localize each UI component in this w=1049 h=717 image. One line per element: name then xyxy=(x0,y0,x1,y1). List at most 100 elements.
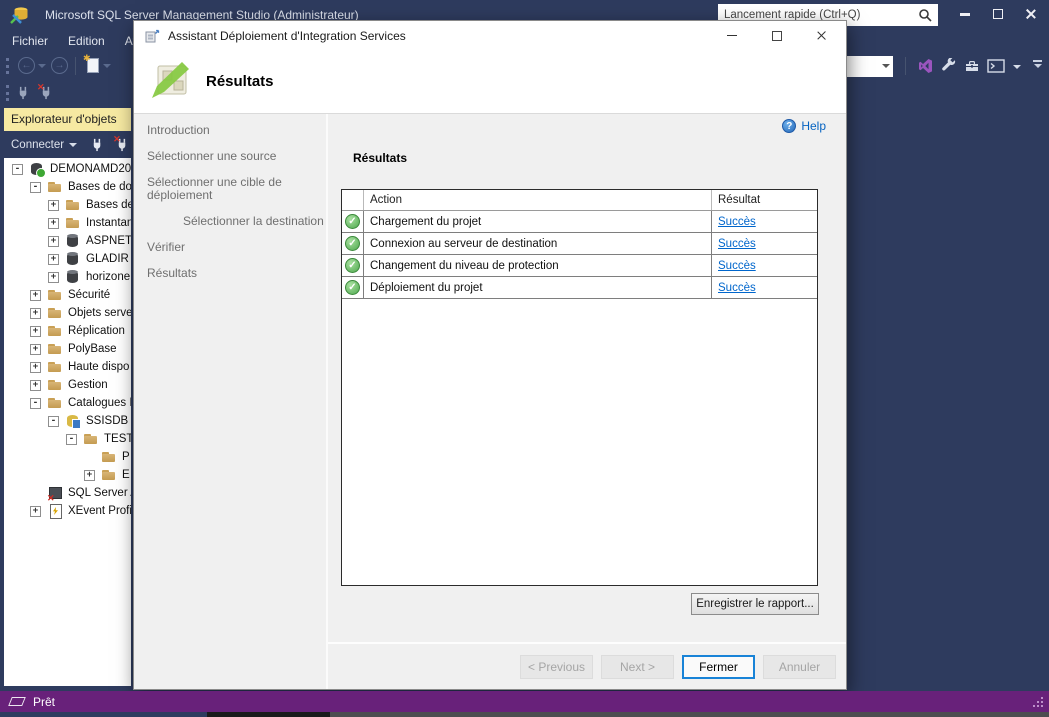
tree-item[interactable]: -TEST xyxy=(4,430,131,448)
object-explorer-tree: -DEMONAMD20 -Bases de do +Bases de +Inst… xyxy=(4,158,131,686)
tree-item-label: SQL Server A xyxy=(68,487,131,499)
menu-fichier[interactable]: Fichier xyxy=(2,30,58,52)
connect-button[interactable]: Connecter xyxy=(11,139,64,151)
collapse-icon[interactable]: - xyxy=(30,398,41,409)
tree-item[interactable]: +GLADIR xyxy=(4,250,131,268)
tree-item[interactable]: +Objets serve xyxy=(4,304,131,322)
tree-item[interactable]: +ASPNET_ xyxy=(4,232,131,250)
tree-item[interactable]: +Réplication xyxy=(4,322,131,340)
nav-step-introduction[interactable]: Introduction xyxy=(147,124,318,137)
overflow-icon[interactable] xyxy=(1033,60,1042,72)
cancel-button[interactable]: Annuler xyxy=(763,655,836,679)
expand-icon[interactable]: + xyxy=(30,380,41,391)
save-report-button[interactable]: Enregistrer le rapport... xyxy=(691,593,819,615)
nav-step-select-source[interactable]: Sélectionner une source xyxy=(147,150,318,163)
chevron-down-icon[interactable] xyxy=(1013,65,1021,73)
expand-icon[interactable]: + xyxy=(30,362,41,373)
vs-icon[interactable] xyxy=(918,58,934,74)
tree-item[interactable]: + Sécurité xyxy=(4,286,131,304)
ssisdb-icon xyxy=(65,413,81,429)
dialog-minimize-button[interactable] xyxy=(720,22,744,49)
nav-step-review[interactable]: Vérifier xyxy=(147,241,318,254)
expand-icon[interactable]: + xyxy=(30,290,41,301)
minimize-button[interactable] xyxy=(948,1,981,27)
connection-toolbar: ✕ xyxy=(0,79,54,106)
tree-item[interactable]: +Bases de xyxy=(4,196,131,214)
column-header-action[interactable]: Action xyxy=(364,190,711,210)
close-wizard-button[interactable]: Fermer xyxy=(682,655,755,679)
toolbar-grip[interactable] xyxy=(6,58,9,74)
tree-item-server[interactable]: -DEMONAMD20 xyxy=(4,160,131,178)
folder-icon xyxy=(65,197,81,213)
help-label: Help xyxy=(801,119,826,133)
menu-edition[interactable]: Edition xyxy=(58,30,115,52)
success-link[interactable]: Succès xyxy=(718,238,756,250)
expand-icon[interactable]: + xyxy=(48,200,59,211)
collapse-icon[interactable]: - xyxy=(30,182,41,193)
maximize-button[interactable] xyxy=(981,1,1014,27)
nav-step-select-target[interactable]: Sélectionner une cible de déploiement xyxy=(147,176,318,202)
folder-icon xyxy=(101,449,117,465)
action-cell: Déploiement du projet xyxy=(364,277,711,298)
expand-icon[interactable]: + xyxy=(48,236,59,247)
wrench-icon[interactable] xyxy=(941,58,957,74)
ssms-main-window: Microsoft SQL Server Management Studio (… xyxy=(0,0,1049,717)
disconnect-plug-icon[interactable]: ✕ xyxy=(39,85,54,100)
forward-icon[interactable]: → xyxy=(51,57,68,74)
table-row[interactable]: ✓ Chargement du projet Succès xyxy=(342,211,817,233)
tree-item-sql-agent[interactable]: SQL Server A xyxy=(4,484,131,502)
nav-step-results[interactable]: Résultats xyxy=(147,267,318,280)
toolbar-grip[interactable] xyxy=(6,85,9,101)
expand-icon[interactable]: + xyxy=(30,326,41,337)
console-icon[interactable] xyxy=(987,59,1005,73)
toolbox-icon[interactable] xyxy=(964,58,980,74)
nav-step-select-destination[interactable]: Sélectionner la destination xyxy=(183,215,318,228)
tree-item[interactable]: +E xyxy=(4,466,131,484)
connect-plug-icon[interactable] xyxy=(90,137,105,152)
expand-icon[interactable]: + xyxy=(48,218,59,229)
new-query-icon[interactable] xyxy=(87,58,99,73)
collapse-icon[interactable]: - xyxy=(12,164,23,175)
success-link[interactable]: Succès xyxy=(718,260,756,272)
connect-plug-icon[interactable] xyxy=(16,85,31,100)
tree-item[interactable]: +horizone xyxy=(4,268,131,286)
tree-item[interactable]: +Gestion xyxy=(4,376,131,394)
help-link[interactable]: ? Help xyxy=(782,119,826,133)
tree-item[interactable]: +PolyBase xyxy=(4,340,131,358)
expand-icon[interactable]: + xyxy=(30,308,41,319)
toolbar-combobox[interactable] xyxy=(845,56,893,77)
expand-icon[interactable]: + xyxy=(84,470,95,481)
tree-item-ssisdb[interactable]: -SSISDB xyxy=(4,412,131,430)
expand-icon[interactable]: + xyxy=(30,506,41,517)
expand-icon[interactable]: + xyxy=(30,344,41,355)
collapse-icon[interactable]: - xyxy=(66,434,77,445)
next-button[interactable]: Next > xyxy=(601,655,674,679)
tree-item[interactable]: P xyxy=(4,448,131,466)
table-row[interactable]: ✓ Connexion au serveur de destination Su… xyxy=(342,233,817,255)
collapse-icon[interactable]: - xyxy=(48,416,59,427)
back-icon[interactable]: ← xyxy=(18,57,35,74)
table-row[interactable]: ✓ Changement du niveau de protection Suc… xyxy=(342,255,817,277)
previous-button[interactable]: < Previous xyxy=(520,655,593,679)
dialog-close-button[interactable] xyxy=(810,22,834,49)
disconnect-plug-icon[interactable]: ✕ xyxy=(115,137,130,152)
chevron-down-icon[interactable] xyxy=(38,64,46,72)
close-button[interactable] xyxy=(1014,1,1047,27)
tree-item-xevent[interactable]: +XEvent Profi xyxy=(4,502,131,520)
object-explorer-header[interactable]: Explorateur d'objets xyxy=(4,108,131,131)
column-header-result[interactable]: Résultat xyxy=(711,190,817,210)
expand-icon[interactable]: + xyxy=(48,272,59,283)
tree-item-databases[interactable]: -Bases de do xyxy=(4,178,131,196)
chevron-down-icon[interactable] xyxy=(103,64,111,72)
tree-item[interactable]: +Haute dispo xyxy=(4,358,131,376)
dialog-maximize-button[interactable] xyxy=(765,22,789,49)
tree-item-label: Sécurité xyxy=(68,289,110,301)
tree-item-catalogs[interactable]: -Catalogues I xyxy=(4,394,131,412)
resize-grip[interactable] xyxy=(1041,705,1043,707)
chevron-down-icon[interactable] xyxy=(69,143,77,151)
table-row[interactable]: ✓ Déploiement du projet Succès xyxy=(342,277,817,299)
expand-icon[interactable]: + xyxy=(48,254,59,265)
tree-item[interactable]: +Instantan xyxy=(4,214,131,232)
success-link[interactable]: Succès xyxy=(718,216,756,228)
success-link[interactable]: Succès xyxy=(718,282,756,294)
